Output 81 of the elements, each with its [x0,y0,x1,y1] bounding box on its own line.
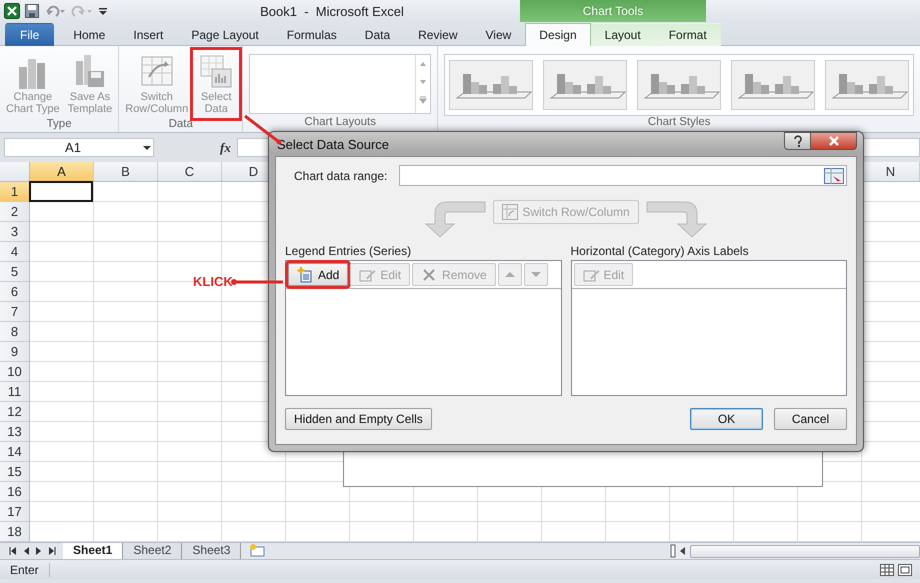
normal-view-icon[interactable] [880,564,894,576]
chart-style-thumbnail[interactable] [825,60,910,110]
range-picker-icon[interactable] [824,168,844,184]
contextual-tab-group: Chart Tools [520,0,706,22]
move-down-icon [530,271,541,278]
callout-label: KLICK [193,274,233,289]
ribbon-tab[interactable]: File [5,23,54,46]
ribbon-tab[interactable]: Design [525,23,591,46]
row-header[interactable]: 7 [0,302,29,322]
ribbon-tab[interactable]: Data [350,23,404,46]
sheet-tab[interactable]: Sheet2 [123,543,182,559]
cancel-button[interactable]: Cancel [774,408,847,430]
ok-button[interactable]: OK [690,408,763,430]
sheet-tab[interactable]: Sheet1 [63,543,124,559]
chart-style-thumbnail[interactable] [731,60,816,110]
ribbon-tab[interactable]: Insert [119,23,178,46]
leader-line [231,278,283,286]
ribbon-tab[interactable]: Formulas [272,23,351,46]
ribbon-tab[interactable]: Home [59,23,120,46]
window-title: Book1 - Microsoft Excel [259,2,405,20]
row-header[interactable]: 10 [0,362,29,382]
active-cell[interactable] [29,181,93,202]
group-label: Chart Layouts [303,116,378,130]
row-header[interactable]: 3 [0,222,29,242]
name-box-value: A1 [64,140,82,155]
row-header[interactable]: 17 [0,502,29,522]
column-header[interactable]: A [30,162,94,181]
move-up-icon [504,271,515,278]
help-icon [792,135,802,147]
row-header[interactable]: 12 [0,402,29,422]
chart-style-thumbnail[interactable] [449,60,534,110]
row-header[interactable]: 8 [0,322,29,342]
chart-style-thumbnail[interactable] [637,60,722,110]
column-header[interactable]: B [94,162,158,181]
horizontal-scrollbar-thumb[interactable] [690,544,920,558]
add-series-icon [297,266,314,282]
range-label: Chart data range: [294,168,388,182]
help-button[interactable] [784,132,811,150]
row-header[interactable]: 13 [0,422,29,442]
ribbon-tab[interactable]: Layout [590,23,655,46]
group-label: Type [46,118,73,132]
panel-title: Legend Entries (Series) [285,244,412,258]
excel-logo-icon[interactable] [4,3,20,19]
row-header[interactable]: 14 [0,442,29,462]
row-header[interactable]: 9 [0,342,29,362]
sheet-tab[interactable]: Sheet3 [182,543,242,559]
row-header[interactable]: 4 [0,242,29,262]
customize-menu-icon[interactable] [98,5,108,17]
first-sheet-icon[interactable] [8,546,18,556]
table-switch-icon [502,204,518,220]
insert-function-button[interactable]: fx [214,140,237,156]
ribbon-tab[interactable]: Format [654,23,721,46]
table-chart-icon [198,53,234,89]
close-button[interactable] [811,132,857,150]
group-label: Data [168,118,194,132]
hidden-empty-cells-button[interactable]: Hidden and Empty Cells [285,408,432,430]
last-sheet-icon[interactable] [47,546,57,556]
row-header[interactable]: 2 [0,202,29,222]
ribbon-tab[interactable]: Review [404,23,472,46]
chart-style-thumbnail[interactable] [543,60,628,110]
row-header[interactable]: 15 [0,462,29,482]
panel-title: Horizontal (Category) Axis Labels [570,244,750,258]
row-header[interactable]: 6 [0,282,29,302]
name-box[interactable]: A1 [4,138,154,157]
undo-icon[interactable] [44,4,66,18]
row-header[interactable]: 11 [0,382,29,402]
status-mode: Enter [10,562,50,576]
row-header[interactable]: 16 [0,482,29,502]
split-handle-icon[interactable] [670,544,676,558]
close-icon [828,136,840,146]
row-header[interactable]: 1 [0,182,29,202]
group-label: Chart Styles [646,116,712,130]
column-header[interactable]: C [158,162,222,181]
ribbon-tab[interactable]: Page Layout [177,23,273,46]
row-header[interactable]: 5 [0,262,29,282]
page-layout-view-icon[interactable] [898,564,912,576]
range-input[interactable] [399,165,847,186]
add-button[interactable]: Add [288,263,348,286]
save-icon[interactable] [25,4,39,18]
scroll-left-icon[interactable] [678,545,688,557]
ribbon-tab[interactable]: View [472,23,526,46]
